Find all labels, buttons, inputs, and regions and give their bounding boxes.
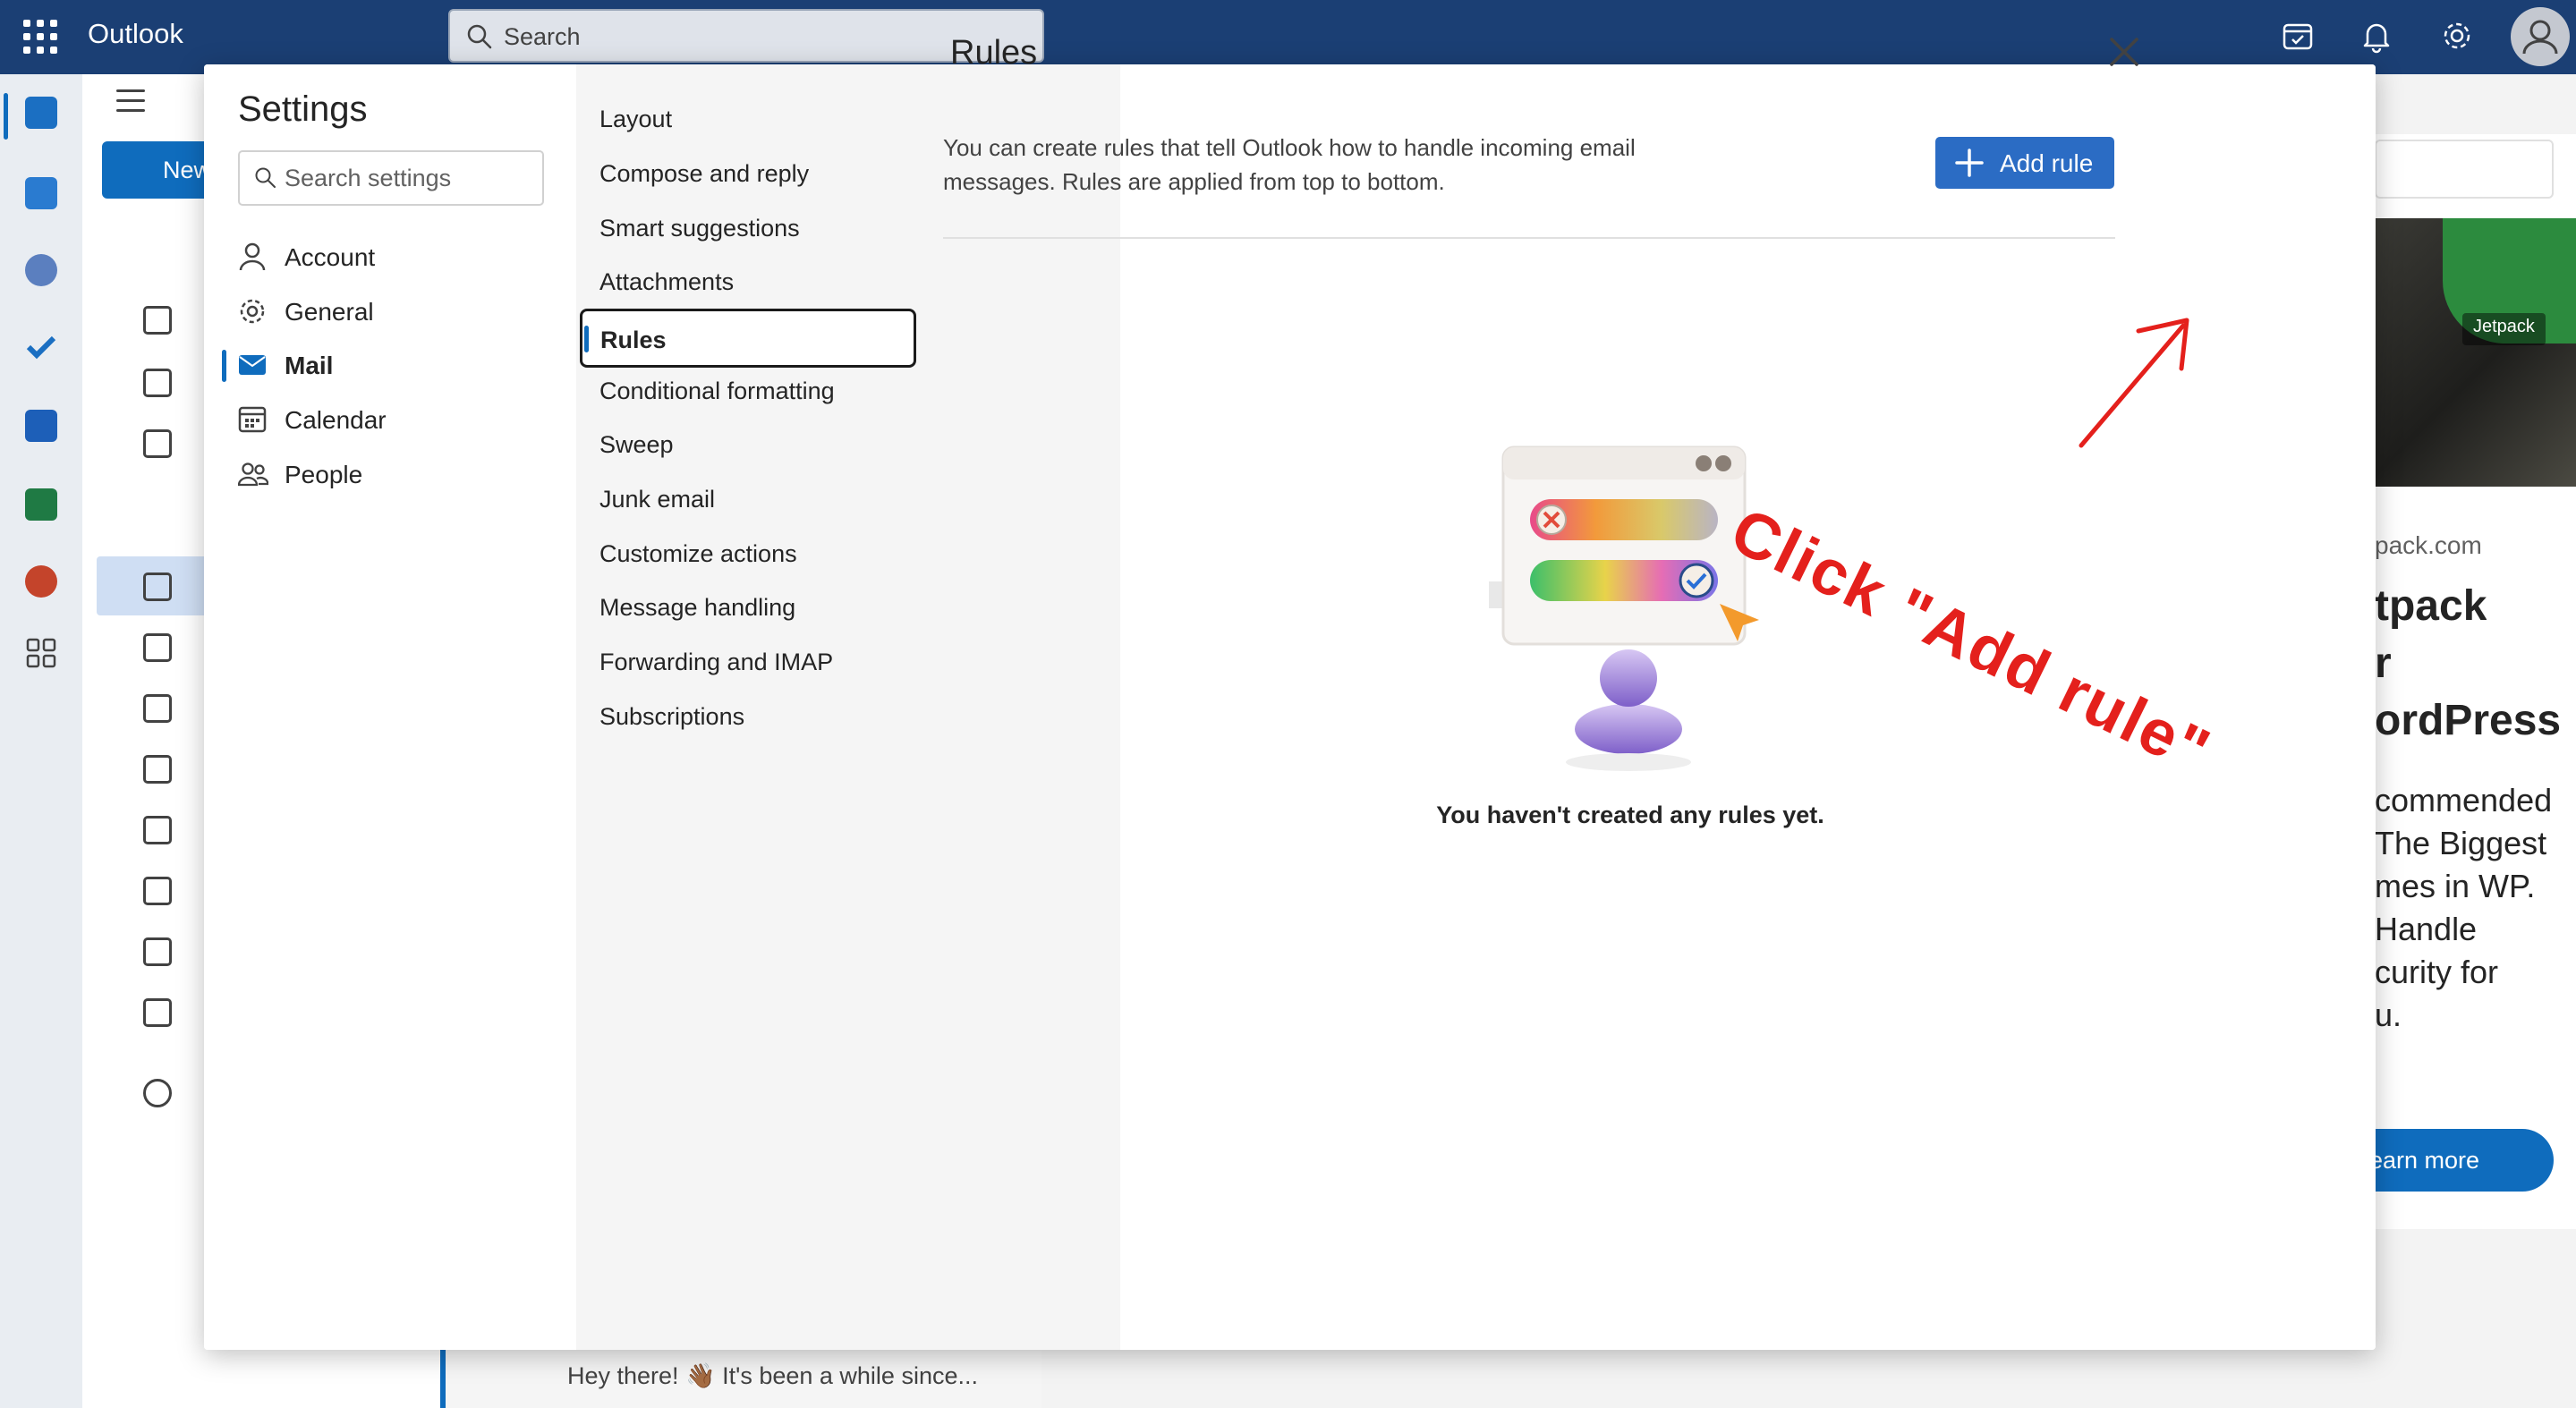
empty-rules-text: You haven't created any rules yet. xyxy=(1436,802,1824,828)
more-apps-icon[interactable] xyxy=(25,637,57,669)
person-icon xyxy=(239,242,266,271)
word-app-icon[interactable] xyxy=(25,410,57,442)
mail-icon xyxy=(239,355,266,375)
apps-grid-icon xyxy=(26,638,56,668)
ad-body-2: The Biggest xyxy=(2375,825,2547,861)
settings-category-label: Calendar xyxy=(285,406,387,434)
settings-category-label: Mail xyxy=(285,352,334,379)
ad-headline-3: ordPress xyxy=(2375,697,2562,744)
person-icon xyxy=(2522,20,2558,55)
ad-options-dropdown[interactable] xyxy=(2375,140,2554,199)
app-title[interactable]: Outlook xyxy=(88,18,183,50)
settings-category-calendar[interactable]: Calendar xyxy=(238,395,560,444)
settings-subsection-label: Rules xyxy=(600,327,667,353)
ad-brand-badge: Jetpack xyxy=(2462,313,2546,345)
ad-body-3: mes in WP. xyxy=(2375,868,2536,904)
settings-search-input[interactable] xyxy=(285,161,535,195)
active-category-indicator xyxy=(222,350,226,382)
settings-subsection-sweep[interactable]: Sweep xyxy=(599,431,674,476)
deleted-folder-icon[interactable] xyxy=(143,816,172,844)
settings-title: Settings xyxy=(238,89,368,129)
calendar-icon xyxy=(238,406,267,433)
add-rule-button[interactable]: Add rule xyxy=(1935,137,2114,189)
folder-icon[interactable] xyxy=(143,937,172,966)
search-icon xyxy=(467,24,492,49)
rules-description-line-1: You can create rules that tell Outlook h… xyxy=(943,134,1636,161)
settings-subsection-forwarding-and-imap[interactable]: Forwarding and IMAP xyxy=(599,649,833,693)
rules-title: Rules xyxy=(950,34,1038,72)
ad-headline-2: r xyxy=(2375,640,2392,687)
close-icon xyxy=(2110,38,2138,66)
ad-learn-more-label: earn more xyxy=(2369,1147,2480,1174)
close-dialog-button[interactable] xyxy=(2099,27,2149,77)
settings-subsection-smart-suggestions[interactable]: Smart suggestions xyxy=(599,215,800,259)
add-rule-label: Add rule xyxy=(2000,149,2094,177)
message-preview-snippet[interactable]: Hey there! 👋🏾 It's been a while since... xyxy=(567,1361,978,1390)
notes-folder-icon[interactable] xyxy=(143,998,172,1027)
settings-subsection-subscriptions[interactable]: Subscriptions xyxy=(599,703,744,748)
settings-category-account[interactable]: Account xyxy=(238,233,560,281)
sent-folder-icon[interactable] xyxy=(143,369,172,397)
settings-gear-icon[interactable] xyxy=(2439,18,2475,54)
people-app-icon[interactable] xyxy=(25,254,57,286)
rules-description-line-2: messages. Rules are applied from top to … xyxy=(943,168,1445,195)
empty-rules-illustration xyxy=(1489,445,1759,771)
junk-folder-icon[interactable] xyxy=(143,633,172,662)
plus-icon xyxy=(1955,148,1984,177)
settings-category-general[interactable]: General xyxy=(238,287,560,335)
settings-subsection-conditional-formatting[interactable]: Conditional formatting xyxy=(599,377,835,422)
settings-subsection-junk-email[interactable]: Junk email xyxy=(599,486,715,530)
inbox-folder-icon[interactable] xyxy=(143,306,172,335)
top-bar: Outlook Search xyxy=(0,0,2576,74)
drafts-folder-icon[interactable] xyxy=(143,694,172,723)
ad-headline-1: tpack xyxy=(2375,582,2487,630)
settings-subsection-rules[interactable]: Rules xyxy=(580,309,916,368)
settings-category-mail[interactable]: Mail xyxy=(238,341,560,389)
settings-subsection-layout[interactable]: Layout xyxy=(599,106,672,150)
ad-domain: pack.com xyxy=(2375,531,2482,559)
groups-icon[interactable] xyxy=(143,1079,172,1107)
settings-category-people[interactable]: People xyxy=(238,450,560,498)
rules-description: You can create rules that tell Outlook h… xyxy=(943,131,1748,199)
settings-search-box[interactable] xyxy=(238,150,544,206)
ad-body-5: curity for xyxy=(2375,954,2499,990)
my-day-icon[interactable] xyxy=(2280,18,2316,54)
settings-subsection-attachments[interactable]: Attachments xyxy=(599,268,734,313)
settings-subsection-message-handling[interactable]: Message handling xyxy=(599,594,795,639)
global-search-placeholder: Search xyxy=(504,23,581,50)
todo-app-icon[interactable] xyxy=(25,331,57,363)
app-launcher-icon[interactable] xyxy=(23,20,57,54)
annotation-arrow-icon xyxy=(2079,318,2189,448)
rules-divider xyxy=(943,237,2115,239)
archive-folder-icon[interactable] xyxy=(143,877,172,905)
ad-body-1: commended xyxy=(2375,782,2553,819)
sent-folder-icon[interactable] xyxy=(143,755,172,784)
hamburger-menu-icon[interactable] xyxy=(116,89,145,119)
settings-subsection-compose-and-reply[interactable]: Compose and reply xyxy=(599,160,809,205)
ad-body-6: u. xyxy=(2375,997,2402,1033)
search-icon xyxy=(255,167,276,188)
settings-subsection-customize-actions[interactable]: Customize actions xyxy=(599,540,797,585)
mail-app-icon[interactable] xyxy=(25,97,57,129)
gear-icon xyxy=(240,299,265,324)
settings-category-label: General xyxy=(285,298,374,326)
inbox-folder-icon[interactable] xyxy=(143,573,172,601)
active-subsection-indicator xyxy=(584,326,589,352)
notifications-bell-icon[interactable] xyxy=(2359,18,2394,54)
powerpoint-app-icon[interactable] xyxy=(25,565,57,598)
ad-body-4: Handle xyxy=(2375,911,2478,947)
settings-category-label: People xyxy=(285,461,363,488)
rail-active-indicator xyxy=(4,93,8,140)
calendar-app-icon[interactable] xyxy=(25,177,57,209)
people-icon xyxy=(238,462,268,487)
drafts-folder-icon[interactable] xyxy=(143,429,172,458)
checkmark-icon xyxy=(26,335,56,360)
excel-app-icon[interactable] xyxy=(25,488,57,521)
user-avatar[interactable] xyxy=(2511,7,2570,66)
settings-category-label: Account xyxy=(285,243,376,271)
